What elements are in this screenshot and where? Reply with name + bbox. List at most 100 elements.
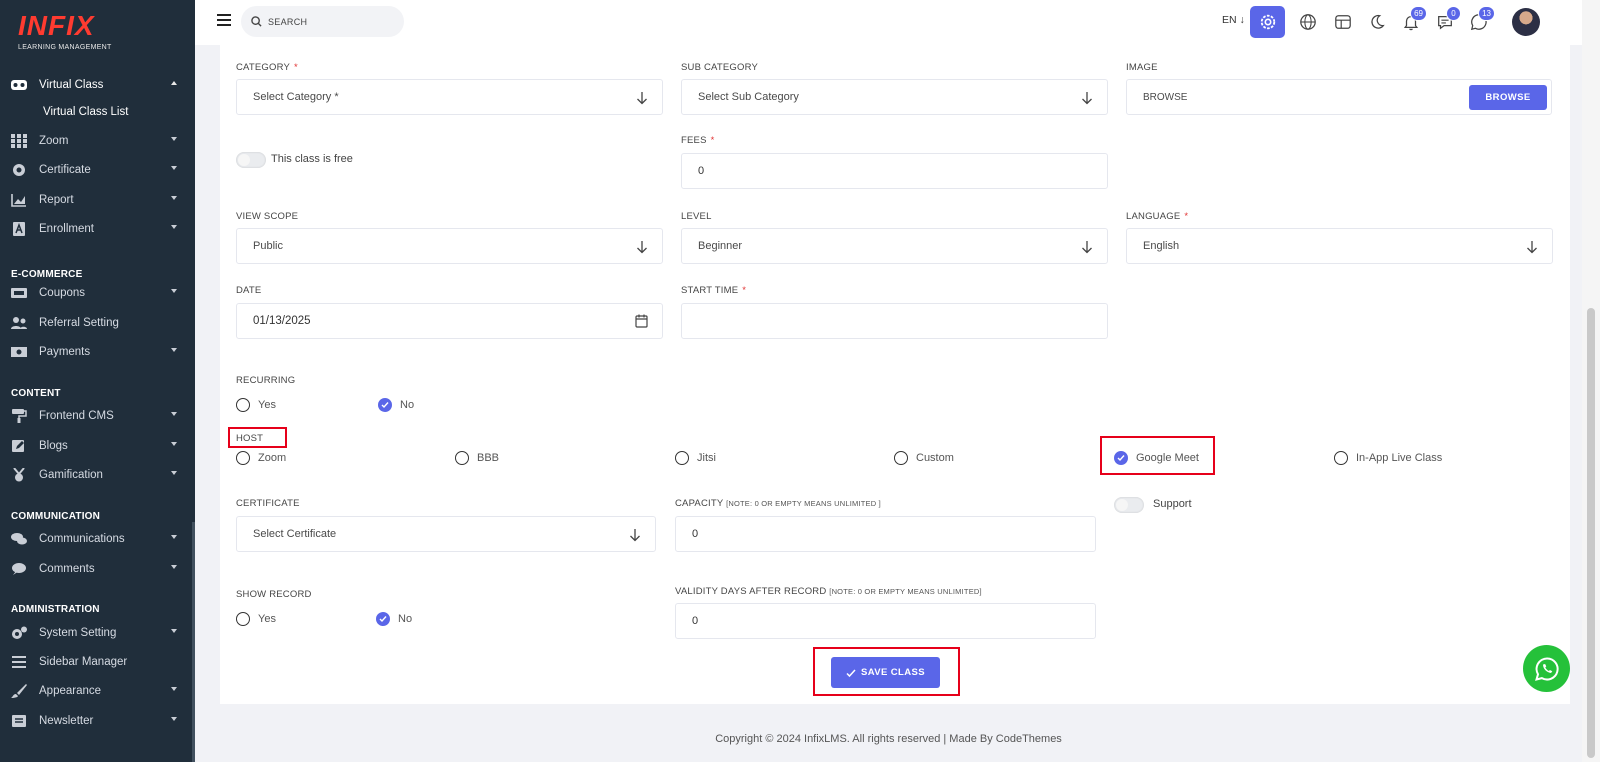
enrollment-icon [11, 222, 27, 236]
sidebar-item-enrollment[interactable]: Enrollment [0, 216, 195, 242]
sidebar-item-referral-setting[interactable]: Referral Setting [0, 310, 195, 336]
show-record-no-radio[interactable]: No [376, 612, 412, 626]
image-file-placeholder: BROWSE [1143, 91, 1188, 103]
layout-icon [1335, 15, 1351, 29]
validity-input[interactable]: 0 [675, 603, 1096, 639]
sidebar-item-label: Referral Setting [39, 317, 119, 329]
chat-button[interactable]: 13 [1469, 6, 1495, 32]
notifications-badge: 69 [1410, 6, 1427, 21]
host-in-app-radio[interactable]: In-App Live Class [1334, 451, 1442, 465]
money-icon [11, 346, 27, 358]
sidebar-item-label: Sidebar Manager [39, 656, 128, 668]
sidebar-item-appearance[interactable]: Appearance [0, 678, 195, 704]
sidebar-item-report[interactable]: Report [0, 187, 195, 213]
arrow-down-icon [630, 529, 640, 542]
fees-input[interactable]: 0 [681, 153, 1108, 189]
capacity-label-text: CAPACITY [675, 498, 724, 509]
required-mark: * [742, 285, 747, 296]
category-select[interactable]: Select Category * [236, 79, 663, 115]
sidebar-item-certificate[interactable]: Certificate [0, 157, 195, 183]
chevron-down-icon [171, 196, 177, 200]
settings-gear-button[interactable] [1250, 6, 1285, 38]
radio-label: BBB [477, 452, 500, 464]
sidebar: INFIX LEARNING MANAGEMENT Virtual Class … [0, 0, 195, 762]
brand-subtitle: LEARNING MANAGEMENT [18, 44, 112, 51]
messages-button[interactable]: 0 [1435, 6, 1461, 32]
fees-value: 0 [698, 165, 705, 177]
level-select[interactable]: Beginner [681, 228, 1108, 264]
sidebar-scrollbar[interactable] [192, 522, 195, 762]
radio-label: Jitsi [697, 452, 716, 464]
sidebar-item-blogs[interactable]: Blogs [0, 433, 195, 459]
arrow-down-icon [1082, 92, 1092, 105]
sidebar-item-coupons[interactable]: Coupons [0, 280, 195, 306]
host-bbb-radio[interactable]: BBB [455, 451, 499, 465]
recurring-no-radio[interactable]: No [378, 398, 414, 412]
scrollbar-thumb[interactable] [1587, 308, 1595, 758]
sidebar-item-label: Enrollment [39, 223, 94, 235]
sidebar-item-comments[interactable]: Comments [0, 556, 195, 582]
capacity-value: 0 [692, 528, 699, 540]
view-scope-select[interactable]: Public [236, 228, 663, 264]
layout-button[interactable] [1333, 12, 1353, 32]
dark-mode-button[interactable] [1367, 12, 1387, 32]
sidebar-item-frontend-cms[interactable]: Frontend CMS [0, 403, 195, 429]
view-scope-label: VIEW SCOPE [236, 211, 299, 222]
certificate-select[interactable]: Select Certificate [236, 516, 656, 552]
language-selector[interactable]: EN ↓ [1222, 14, 1245, 26]
sidebar-item-newsletter[interactable]: Newsletter [0, 708, 195, 734]
notifications-button[interactable]: 69 [1401, 6, 1427, 32]
host-custom-radio[interactable]: Custom [894, 451, 954, 465]
check-icon [381, 402, 389, 409]
start-time-input[interactable] [681, 303, 1108, 339]
sidebar-item-label: Zoom [39, 135, 69, 147]
language-value: English [1143, 240, 1180, 252]
brand-logo[interactable]: INFIX [18, 12, 95, 40]
user-avatar[interactable] [1512, 8, 1540, 36]
chevron-down-icon [171, 565, 177, 569]
validity-label-text: VALIDITY DAYS AFTER RECORD [675, 586, 827, 597]
capacity-input[interactable]: 0 [675, 516, 1096, 552]
free-class-toggle[interactable] [236, 152, 266, 168]
support-toggle[interactable] [1114, 497, 1144, 513]
recurring-yes-radio[interactable]: Yes [236, 398, 276, 412]
date-input[interactable]: 01/13/2025 [236, 303, 663, 339]
search-input[interactable]: SEARCH [241, 6, 404, 37]
sub-category-select[interactable]: Select Sub Category [681, 79, 1108, 115]
radio-label: Zoom [258, 452, 287, 464]
ticket-icon [11, 287, 27, 299]
sidebar-item-system-setting[interactable]: System Setting [0, 620, 195, 646]
highlight-box-host [228, 427, 287, 448]
whatsapp-chat-button[interactable] [1523, 645, 1570, 692]
image-file-input[interactable]: BROWSE BROWSE [1126, 79, 1552, 115]
support-label: Support [1153, 498, 1192, 510]
vr-headset-icon [11, 79, 27, 91]
show-record-yes-radio[interactable]: Yes [236, 612, 276, 626]
image-label: IMAGE [1126, 62, 1158, 73]
globe-button[interactable] [1298, 12, 1318, 32]
language-select[interactable]: English [1126, 228, 1553, 264]
view-scope-value: Public [253, 240, 283, 252]
category-label: CATEGORY * [236, 62, 298, 73]
category-label-text: CATEGORY [236, 62, 291, 73]
sidebar-item-virtual-class[interactable]: Virtual Class [0, 72, 195, 98]
level-value: Beginner [698, 240, 743, 252]
menu-toggle-icon[interactable] [217, 14, 231, 26]
chat-badge: 13 [1478, 6, 1495, 21]
radio-circle [675, 451, 689, 465]
sidebar-item-payments[interactable]: Payments [0, 339, 195, 365]
calendar-icon[interactable] [635, 314, 648, 328]
sidebar-item-gamification[interactable]: Gamification [0, 462, 195, 488]
chevron-down-icon [171, 289, 177, 293]
page-scrollbar[interactable] [1582, 0, 1600, 762]
sidebar-item-sidebar-manager[interactable]: Sidebar Manager [0, 649, 195, 675]
sidebar-item-communications[interactable]: Communications [0, 526, 195, 552]
host-zoom-radio[interactable]: Zoom [236, 451, 286, 465]
sidebar-item-zoom[interactable]: Zoom [0, 128, 195, 154]
sidebar-subitem-virtual-class-list[interactable]: Virtual Class List [43, 106, 128, 118]
recurring-label: RECURRING [236, 375, 296, 386]
browse-button[interactable]: BROWSE [1469, 85, 1547, 110]
host-jitsi-radio[interactable]: Jitsi [675, 451, 716, 465]
sub-category-label: SUB CATEGORY [681, 62, 759, 73]
comments-icon [11, 533, 27, 545]
